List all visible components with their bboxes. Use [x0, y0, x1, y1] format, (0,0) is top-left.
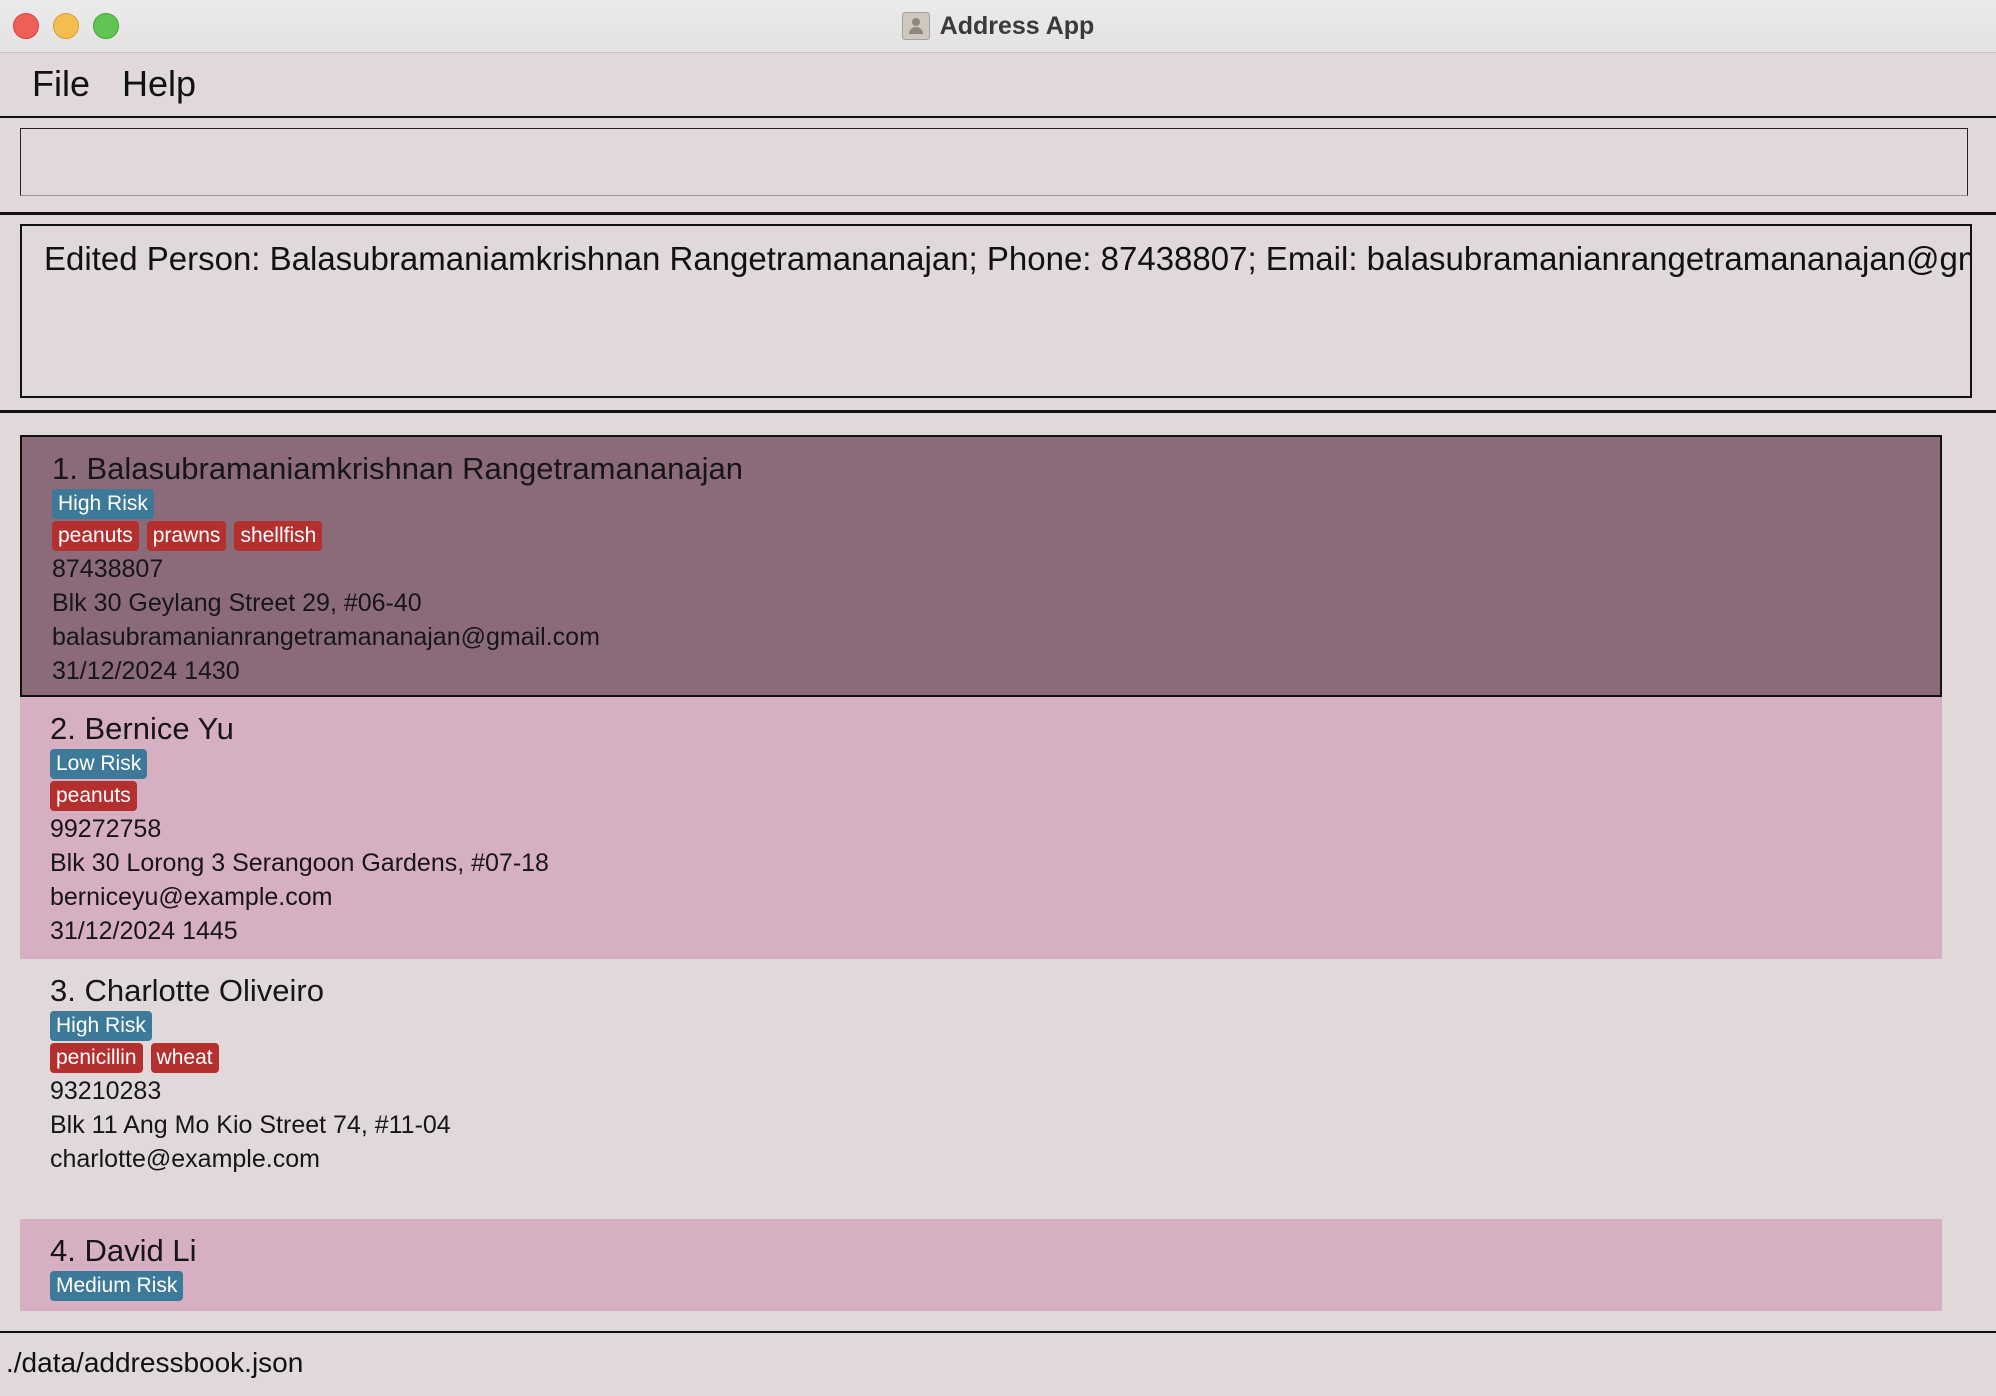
person-card[interactable]: 4. David Li Medium Risk: [20, 1219, 1942, 1311]
risk-tags: Low Risk: [50, 749, 155, 779]
person-card[interactable]: 2. Bernice Yu Low Risk peanuts 99272758 …: [20, 697, 1942, 959]
allergy-tag: peanuts: [50, 781, 137, 811]
risk-tags: Medium Risk: [50, 1271, 191, 1301]
menu-file[interactable]: File: [16, 63, 106, 105]
person-address: Blk 30 Geylang Street 29, #06-40: [52, 589, 422, 617]
title-bar: Address App: [0, 0, 1996, 53]
window-title-group: Address App: [0, 0, 1996, 52]
person-card[interactable]: 3. Charlotte Oliveiro High Risk penicill…: [20, 959, 1942, 1221]
risk-tag: High Risk: [50, 1011, 152, 1041]
allergy-tags: [50, 1303, 126, 1311]
allergy-tag: prawns: [146, 521, 227, 551]
status-bar: ./data/addressbook.json: [0, 1331, 1996, 1396]
risk-tags: High Risk: [52, 489, 162, 519]
person-name: 1. Balasubramaniamkrishnan Rangetramanan…: [52, 451, 744, 486]
person-card[interactable]: 1. Balasubramaniamkrishnan Rangetramanan…: [20, 435, 1942, 697]
person-phone: 99272758: [50, 815, 162, 843]
person-email: balasubramanianrangetramananajan@gmail.c…: [52, 623, 600, 651]
allergy-tag: peanuts: [52, 521, 139, 551]
command-box-region: [0, 116, 1996, 215]
allergy-tags: peanuts prawns shellfish: [52, 521, 330, 551]
allergy-tag: penicillin: [50, 1043, 143, 1073]
save-location: ./data/addressbook.json: [6, 1347, 304, 1378]
result-display-region: Edited Person: Balasubramaniamkrishnan R…: [0, 214, 1996, 413]
menu-bar: File Help: [0, 53, 1996, 115]
person-address: Blk 11 Ang Mo Kio Street 74, #11-04: [50, 1111, 451, 1139]
person-name: 3. Charlotte Oliveiro: [50, 973, 324, 1008]
person-appointment: 31/12/2024 1445: [50, 917, 238, 945]
person-name: 2. Bernice Yu: [50, 711, 234, 746]
app-window: Address App File Help Edited Person: Bal…: [0, 0, 1996, 1394]
risk-tag: High Risk: [52, 489, 154, 519]
person-phone: 87438807: [52, 555, 164, 583]
risk-tags: High Risk: [50, 1011, 160, 1041]
result-display[interactable]: Edited Person: Balasubramaniamkrishnan R…: [20, 224, 1972, 398]
person-appointment: 31/12/2024 1430: [52, 657, 240, 685]
allergy-tags: peanuts: [50, 781, 145, 811]
person-email: charlotte@example.com: [50, 1145, 320, 1173]
allergy-tags: penicillin wheat: [50, 1043, 227, 1073]
list-scrollbar[interactable]: [1968, 413, 1996, 1331]
person-phone: 93210283: [50, 1077, 162, 1105]
result-message: Edited Person: Balasubramaniamkrishnan R…: [44, 240, 1972, 277]
allergy-tag: shellfish: [234, 521, 323, 551]
person-list[interactable]: 1. Balasubramaniamkrishnan Rangetramanan…: [0, 413, 1996, 1331]
menu-help[interactable]: Help: [106, 63, 212, 105]
risk-tag: Low Risk: [50, 749, 148, 779]
person-name: 4. David Li: [50, 1233, 197, 1268]
address-book-icon: [901, 12, 930, 40]
window-title: Address App: [939, 11, 1095, 40]
person-email: berniceyu@example.com: [50, 883, 333, 911]
person-address: Blk 30 Lorong 3 Serangoon Gardens, #07-1…: [50, 849, 549, 877]
command-input[interactable]: [20, 128, 1968, 196]
risk-tag: Medium Risk: [50, 1271, 184, 1301]
allergy-tag: wheat: [150, 1043, 219, 1073]
